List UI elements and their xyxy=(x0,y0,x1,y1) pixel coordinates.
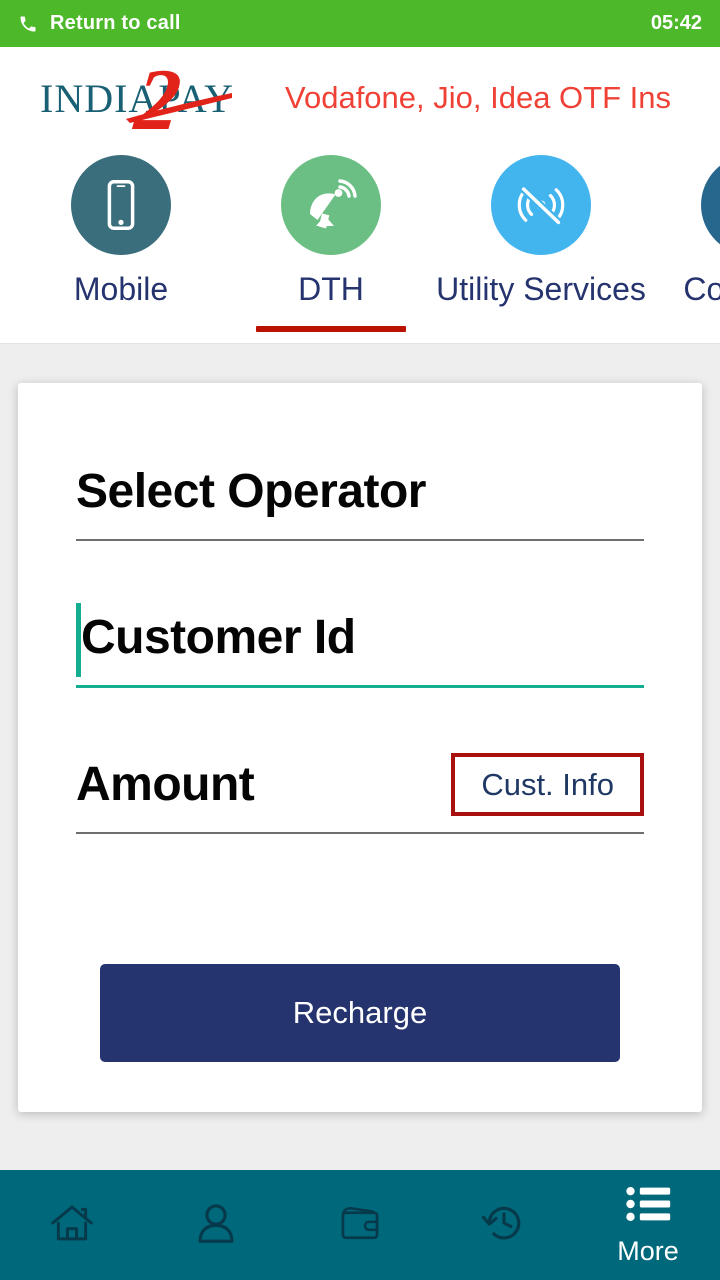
nav-item-profile[interactable] xyxy=(144,1170,288,1280)
home-icon xyxy=(47,1198,97,1253)
tab-mobile[interactable]: Mobile xyxy=(16,149,226,344)
logo-text-pay: PAY xyxy=(158,75,234,121)
service-tabs: Mobile DTH Utility Services Co xyxy=(0,149,720,344)
text-caret xyxy=(76,603,81,677)
bottom-navigation: More xyxy=(0,1170,720,1280)
app-root: Return to call 05:42 INDIA PAY 2 Vodafon… xyxy=(0,0,720,1280)
operator-field-placeholder: Select Operator xyxy=(76,464,426,518)
app-header: INDIA PAY 2 Vodafone, Jio, Idea OTF Ins xyxy=(0,47,720,149)
recharge-form-card: Select Operator Customer Id Amount Cust.… xyxy=(18,383,702,1112)
amount-field[interactable]: Amount Cust. Info xyxy=(76,736,644,834)
history-icon xyxy=(479,1198,529,1253)
call-timer: 05:42 xyxy=(650,12,702,34)
complaint-person-icon xyxy=(701,155,720,255)
customer-id-field-row: Customer Id xyxy=(76,589,644,685)
amount-field-placeholder: Amount xyxy=(76,757,255,811)
logo-text-india: INDIA xyxy=(40,75,159,121)
main-content: Select Operator Customer Id Amount Cust.… xyxy=(0,344,720,1170)
tab-label-dth: DTH xyxy=(298,271,364,307)
phone-icon xyxy=(18,14,38,34)
satellite-dish-icon xyxy=(281,155,381,255)
recharge-button-wrap: Recharge xyxy=(76,964,644,1062)
recharge-button[interactable]: Recharge xyxy=(100,964,620,1062)
mobile-phone-icon xyxy=(71,155,171,255)
list-menu-icon xyxy=(622,1183,674,1230)
nav-item-home[interactable] xyxy=(0,1170,144,1280)
customer-id-placeholder: Customer Id xyxy=(81,610,356,664)
india2pay-logo: INDIA PAY 2 xyxy=(40,52,255,149)
status-bar-left: Return to call xyxy=(18,12,181,35)
tab-label-complain: Complain xyxy=(683,271,720,307)
promo-marquee-text: Vodafone, Jio, Idea OTF Ins xyxy=(285,80,672,115)
nav-item-history[interactable] xyxy=(432,1170,576,1280)
tab-label-mobile: Mobile xyxy=(73,271,169,307)
nav-item-wallet[interactable] xyxy=(288,1170,432,1280)
signal-off-icon xyxy=(491,155,591,255)
customer-id-field[interactable]: Customer Id xyxy=(76,589,644,688)
nav-label-more: More xyxy=(617,1236,679,1266)
status-bar-return-to-call[interactable]: Return to call 05:42 xyxy=(0,0,720,47)
amount-field-row: Amount Cust. Info xyxy=(76,736,644,832)
tab-label-utility-services: Utility Services xyxy=(436,271,646,307)
tab-utility-services[interactable]: Utility Services xyxy=(436,149,646,344)
tab-active-underline-dth xyxy=(256,326,406,332)
nav-item-more[interactable]: More xyxy=(576,1170,720,1280)
customer-id-field-underline xyxy=(76,685,644,688)
tab-dth[interactable]: DTH xyxy=(226,149,436,344)
wallet-icon xyxy=(335,1198,385,1253)
operator-field-row: Select Operator xyxy=(76,443,644,539)
amount-field-underline xyxy=(76,832,644,834)
return-to-call-label: Return to call xyxy=(50,12,181,34)
cust-info-button[interactable]: Cust. Info xyxy=(451,752,644,816)
person-icon xyxy=(191,1198,241,1253)
operator-field-underline xyxy=(76,539,644,541)
operator-field[interactable]: Select Operator xyxy=(76,443,644,541)
tab-complain[interactable]: Complain xyxy=(646,149,720,344)
